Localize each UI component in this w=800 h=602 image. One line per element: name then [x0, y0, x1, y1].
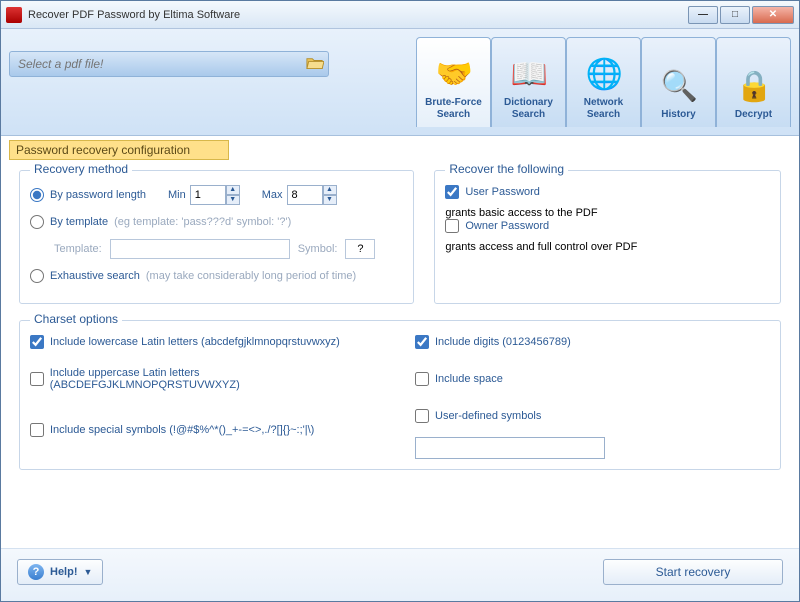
recovery-method-group: Recovery method By password length Min ▲…: [19, 170, 414, 304]
by-length-radio[interactable]: [30, 188, 44, 202]
by-length-label: By password length: [50, 189, 146, 201]
max-up[interactable]: ▲: [323, 185, 337, 195]
tab-strip: 🤝 Brute-ForceSearch 📖 DictionarySearch 🌐 Netw…: [416, 37, 791, 127]
uppercase-label: Include uppercase Latin letters (ABCDEFG…: [50, 367, 385, 391]
tab-label: Brute-ForceSearch: [425, 97, 482, 121]
help-button[interactable]: ? Help! ▼: [17, 559, 103, 585]
special-label: Include special symbols (!@#$%^*()_+-=<>…: [50, 424, 314, 436]
chevron-down-icon: ▼: [84, 567, 93, 577]
exhaustive-hint: (may take considerably long period of ti…: [146, 270, 356, 282]
handshake-icon: 🤝: [436, 57, 472, 93]
max-input[interactable]: [287, 185, 323, 205]
space-check[interactable]: [415, 372, 429, 386]
file-path-input[interactable]: [14, 57, 306, 71]
min-label: Min: [168, 189, 186, 201]
window-title: Recover PDF Password by Eltima Software: [28, 9, 688, 21]
file-picker[interactable]: [9, 51, 329, 77]
charset-legend: Charset options: [30, 312, 122, 326]
special-check[interactable]: [30, 423, 44, 437]
by-template-radio[interactable]: [30, 215, 44, 229]
min-down[interactable]: ▼: [226, 195, 240, 205]
min-up[interactable]: ▲: [226, 185, 240, 195]
template-input[interactable]: [110, 239, 290, 259]
app-icon: [6, 7, 22, 23]
close-button[interactable]: ✕: [752, 6, 794, 24]
tab-label: Decrypt: [735, 109, 772, 121]
by-template-label: By template: [50, 216, 108, 228]
lowercase-option[interactable]: Include lowercase Latin letters (abcdefg…: [30, 335, 385, 349]
space-label: Include space: [435, 373, 503, 385]
special-option[interactable]: Include special symbols (!@#$%^*()_+-=<>…: [30, 409, 385, 451]
symbol-input[interactable]: [345, 239, 375, 259]
min-input[interactable]: [190, 185, 226, 205]
tab-dictionary[interactable]: 📖 DictionarySearch: [491, 37, 566, 127]
titlebar: Recover PDF Password by Eltima Software …: [1, 1, 799, 29]
recovery-method-legend: Recovery method: [30, 162, 132, 176]
config-banner: Password recovery configuration: [9, 140, 229, 160]
owner-password-label: Owner Password: [465, 220, 549, 232]
userdef-input[interactable]: [415, 437, 605, 459]
lock-icon: 🔒: [736, 69, 772, 105]
folder-open-icon[interactable]: [306, 56, 324, 72]
by-length-option[interactable]: By password length Min ▲▼ Max ▲▼: [30, 185, 403, 205]
tab-label: DictionarySearch: [504, 97, 553, 121]
globe-icon: 🌐: [586, 57, 622, 93]
uppercase-check[interactable]: [30, 372, 44, 386]
template-caption: Template:: [54, 243, 102, 255]
by-template-hint: (eg template: 'pass???d' symbol: '?'): [114, 216, 291, 228]
user-password-option[interactable]: User Password: [445, 185, 770, 199]
user-password-check[interactable]: [445, 185, 459, 199]
digits-label: Include digits (0123456789): [435, 336, 571, 348]
userdef-check[interactable]: [415, 409, 429, 423]
app-window: Recover PDF Password by Eltima Software …: [0, 0, 800, 602]
min-spinner[interactable]: ▲▼: [190, 185, 240, 205]
tab-history[interactable]: 🔍 History: [641, 37, 716, 127]
owner-password-option[interactable]: Owner Password: [445, 219, 770, 233]
space-option[interactable]: Include space: [415, 367, 770, 391]
exhaustive-option[interactable]: Exhaustive search (may take considerably…: [30, 269, 403, 283]
max-down[interactable]: ▼: [323, 195, 337, 205]
userdef-label: User-defined symbols: [435, 410, 541, 422]
tab-label: NetworkSearch: [584, 97, 623, 121]
minimize-button[interactable]: —: [688, 6, 718, 24]
tab-decrypt[interactable]: 🔒 Decrypt: [716, 37, 791, 127]
window-controls: — □ ✕: [688, 6, 794, 24]
exhaustive-label: Exhaustive search: [50, 270, 140, 282]
lowercase-label: Include lowercase Latin letters (abcdefg…: [50, 336, 340, 348]
uppercase-option[interactable]: Include uppercase Latin letters (ABCDEFG…: [30, 367, 385, 391]
exhaustive-radio[interactable]: [30, 269, 44, 283]
lowercase-check[interactable]: [30, 335, 44, 349]
owner-password-check[interactable]: [445, 219, 459, 233]
content-area: Recovery method By password length Min ▲…: [1, 160, 799, 548]
book-icon: 📖: [511, 57, 547, 93]
toolbar: 🤝 Brute-ForceSearch 📖 DictionarySearch 🌐 Netw…: [1, 29, 799, 136]
digits-check[interactable]: [415, 335, 429, 349]
by-template-option[interactable]: By template (eg template: 'pass???d' sym…: [30, 215, 403, 229]
tab-brute-force[interactable]: 🤝 Brute-ForceSearch: [416, 37, 491, 127]
symbol-caption: Symbol:: [298, 243, 338, 255]
user-password-hint: grants basic access to the PDF: [445, 207, 597, 219]
recover-following-group: Recover the following User Password gran…: [434, 170, 781, 304]
start-recovery-button[interactable]: Start recovery: [603, 559, 783, 585]
charset-group: Charset options Include lowercase Latin …: [19, 320, 781, 470]
help-label: Help!: [50, 566, 78, 578]
digits-option[interactable]: Include digits (0123456789): [415, 335, 770, 349]
magnifier-icon: 🔍: [661, 69, 697, 105]
max-spinner[interactable]: ▲▼: [287, 185, 337, 205]
user-password-label: User Password: [465, 186, 540, 198]
tab-label: History: [661, 109, 695, 121]
footer: ? Help! ▼ Start recovery: [1, 548, 799, 601]
help-icon: ?: [28, 564, 44, 580]
max-label: Max: [262, 189, 283, 201]
userdef-option[interactable]: User-defined symbols: [415, 409, 770, 423]
recover-following-legend: Recover the following: [445, 162, 568, 176]
maximize-button[interactable]: □: [720, 6, 750, 24]
tab-network[interactable]: 🌐 NetworkSearch: [566, 37, 641, 127]
owner-password-hint: grants access and full control over PDF: [445, 241, 637, 253]
